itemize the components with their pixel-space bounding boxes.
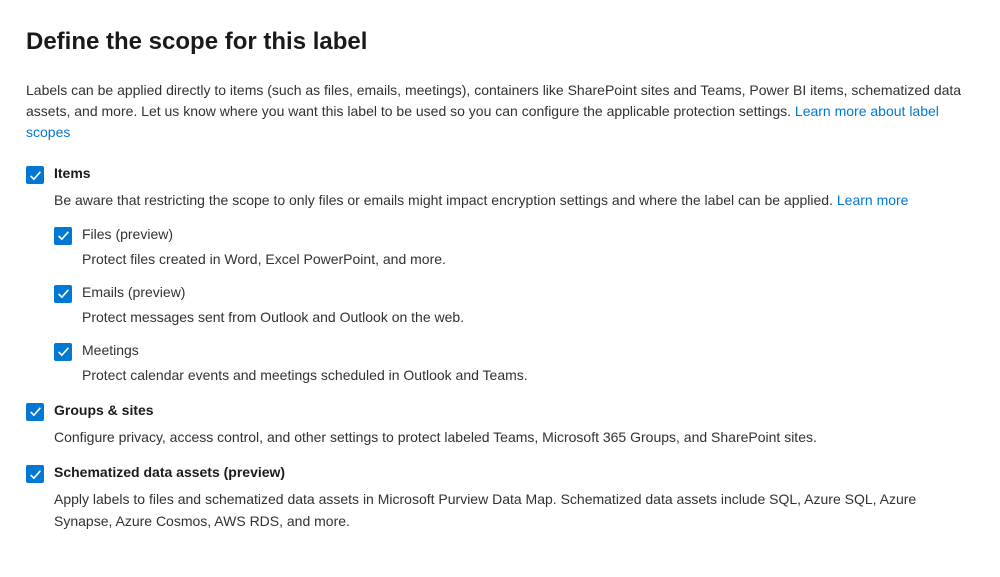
- scope-schematized-checkbox[interactable]: [26, 465, 44, 483]
- scope-items-row: Items: [26, 165, 974, 184]
- scope-groups-label: Groups & sites: [54, 402, 154, 418]
- emails-desc: Protect messages sent from Outlook and O…: [82, 307, 974, 328]
- check-icon: [57, 287, 70, 300]
- meetings-checkbox[interactable]: [54, 343, 72, 361]
- emails-label: Emails (preview): [82, 284, 185, 300]
- check-icon: [29, 169, 42, 182]
- scope-items-checkbox[interactable]: [26, 166, 44, 184]
- learn-more-items-link[interactable]: Learn more: [837, 192, 909, 208]
- scope-groups-desc: Configure privacy, access control, and o…: [54, 427, 974, 449]
- emails-checkbox[interactable]: [54, 285, 72, 303]
- check-icon: [29, 405, 42, 418]
- sub-item-files: Files (preview) Protect files created in…: [54, 226, 974, 270]
- scope-groups-row: Groups & sites: [26, 402, 974, 421]
- intro-paragraph: Labels can be applied directly to items …: [26, 80, 974, 143]
- scope-groups-checkbox[interactable]: [26, 403, 44, 421]
- meetings-label: Meetings: [82, 342, 139, 358]
- sub-item-meetings: Meetings Protect calendar events and mee…: [54, 342, 974, 386]
- scope-schematized-row: Schematized data assets (preview): [26, 464, 974, 483]
- page-title: Define the scope for this label: [26, 28, 974, 56]
- files-desc: Protect files created in Word, Excel Pow…: [82, 249, 974, 270]
- sub-item-emails: Emails (preview) Protect messages sent f…: [54, 284, 974, 328]
- scope-items-desc: Be aware that restricting the scope to o…: [54, 190, 974, 212]
- scope-schematized-label: Schematized data assets (preview): [54, 464, 285, 480]
- check-icon: [57, 345, 70, 358]
- check-icon: [29, 468, 42, 481]
- files-checkbox[interactable]: [54, 227, 72, 245]
- scope-schematized-section: Schematized data assets (preview) Apply …: [26, 464, 974, 532]
- meetings-desc: Protect calendar events and meetings sch…: [82, 365, 974, 386]
- scope-groups-section: Groups & sites Configure privacy, access…: [26, 402, 974, 449]
- files-label: Files (preview): [82, 226, 173, 242]
- scope-items-section: Items Be aware that restricting the scop…: [26, 165, 974, 386]
- items-sub-list: Files (preview) Protect files created in…: [54, 226, 974, 386]
- check-icon: [57, 229, 70, 242]
- scope-items-label: Items: [54, 165, 91, 181]
- scope-schematized-desc: Apply labels to files and schematized da…: [54, 489, 974, 532]
